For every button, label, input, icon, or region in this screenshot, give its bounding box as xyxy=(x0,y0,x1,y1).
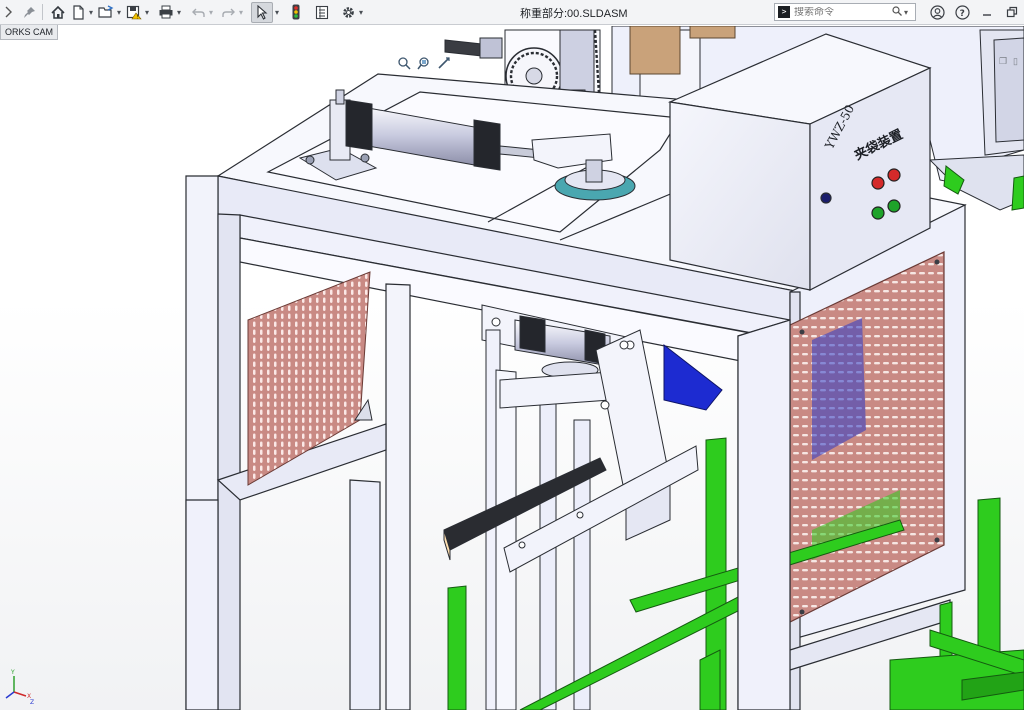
restore-icon[interactable] xyxy=(1004,4,1020,20)
svg-text:?: ? xyxy=(959,9,964,19)
solidworks-window: ▾ ▾ ! ▾ ▾ ▾ ▾ ▾ ▾ 称重部分:00.SLDASM > 搜索命令 … xyxy=(0,0,1024,710)
zoom-to-fit-icon[interactable] xyxy=(396,56,412,70)
new-document-icon[interactable] xyxy=(69,2,87,23)
search-icon[interactable] xyxy=(892,5,902,19)
redo-dropdown-caret[interactable]: ▾ xyxy=(237,8,245,17)
file-properties-icon[interactable] xyxy=(313,2,331,23)
search-dropdown-caret[interactable]: ▾ xyxy=(904,8,908,17)
viewport-split-icon[interactable]: ▯ xyxy=(1013,56,1018,67)
document-title: 称重部分:00.SLDASM xyxy=(520,8,628,20)
viewport-corner-controls: ❐ ▯ xyxy=(999,56,1018,67)
undo-icon[interactable] xyxy=(189,2,207,23)
select-dropdown-caret[interactable]: ▾ xyxy=(273,8,281,17)
window-controls: ? xyxy=(929,4,1020,20)
search-input[interactable] xyxy=(794,6,890,18)
options-dropdown-caret[interactable]: ▾ xyxy=(357,8,365,17)
reference-triad: Y X Z xyxy=(5,669,34,706)
toolbar-separator xyxy=(42,4,43,20)
main-toolbar: ▾ ▾ ! ▾ ▾ ▾ ▾ ▾ ▾ 称重部分:00.SLDASM > 搜索命令 … xyxy=(0,0,1024,25)
open-dropdown-caret[interactable]: ▾ xyxy=(115,8,123,17)
logo-arrow-icon[interactable] xyxy=(0,2,18,23)
print-dropdown-caret[interactable]: ▾ xyxy=(175,8,183,17)
new-dropdown-caret[interactable]: ▾ xyxy=(87,8,95,17)
command-prompt-icon: > xyxy=(778,6,790,18)
zoom-to-area-icon[interactable] xyxy=(416,56,432,70)
tab-solidworks-cam[interactable]: ORKS CAM xyxy=(0,25,59,40)
print-icon[interactable] xyxy=(157,2,175,23)
viewport-restore-icon[interactable]: ❐ xyxy=(999,56,1007,67)
svg-text:!: ! xyxy=(137,14,139,20)
options-icon[interactable] xyxy=(339,2,357,23)
pin-icon[interactable] xyxy=(20,2,38,23)
select-icon[interactable] xyxy=(251,1,273,23)
triad-y-label: Y xyxy=(10,669,15,676)
save-dropdown-caret[interactable]: ▾ xyxy=(143,8,151,17)
traffic-light-icon[interactable] xyxy=(287,2,305,23)
graphics-area[interactable]: YWZ-50 夹袋装置 ❐ ▯ Y X Z xyxy=(0,26,1024,710)
account-icon[interactable] xyxy=(929,4,945,20)
triad-z-label: Z xyxy=(30,699,34,706)
redo-icon[interactable] xyxy=(219,2,237,23)
save-icon[interactable]: ! xyxy=(125,2,143,23)
minimize-icon[interactable] xyxy=(979,4,995,20)
help-icon[interactable]: ? xyxy=(954,4,970,20)
open-icon[interactable] xyxy=(97,2,115,23)
assembly-model[interactable]: YWZ-50 夹袋装置 xyxy=(0,26,1024,710)
heads-up-view-toolbar xyxy=(396,56,452,70)
command-search[interactable]: > ▾ xyxy=(774,3,916,21)
previous-view-icon[interactable] xyxy=(436,56,452,70)
undo-dropdown-caret[interactable]: ▾ xyxy=(207,8,215,17)
home-icon[interactable] xyxy=(49,2,67,23)
